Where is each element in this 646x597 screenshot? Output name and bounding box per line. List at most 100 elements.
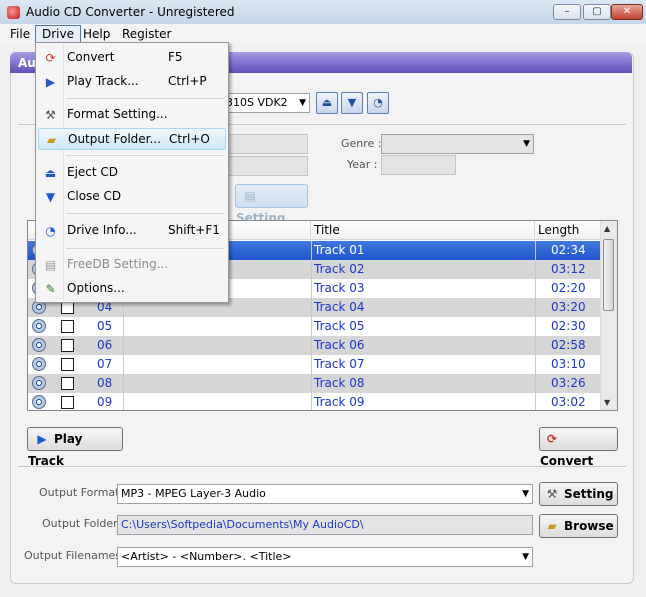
cell-divider — [311, 317, 312, 336]
menu-item-output-folder[interactable]: ▰ Output Folder... Ctrl+O — [38, 128, 226, 150]
browse-button[interactable]: ▰ Browse — [539, 514, 618, 538]
track-checkbox[interactable] — [61, 339, 74, 352]
table-row[interactable]: 06 Track 06 02:58 — [28, 336, 602, 355]
genre-label: Genre : — [341, 137, 382, 150]
menu-item-close-cd[interactable]: ▼ Close CD — [38, 186, 226, 208]
chevron-down-icon: ▼ — [522, 552, 529, 562]
track-checkbox[interactable] — [61, 396, 74, 409]
menu-register[interactable]: Register — [116, 26, 177, 42]
menu-file[interactable]: File — [4, 26, 36, 42]
close-tray-icon: ▼ — [347, 96, 357, 109]
menu-item-label: Play Track... — [67, 74, 139, 88]
track-number: 09 — [97, 395, 113, 409]
track-title: Track 02 — [314, 262, 365, 276]
menu-item-label: Format Setting... — [67, 107, 168, 121]
menu-item-label: Output Folder... — [68, 132, 161, 146]
table-row[interactable]: 07 Track 07 03:10 — [28, 355, 602, 374]
menu-item-shortcut: Ctrl+P — [168, 74, 207, 88]
artist-field[interactable] — [228, 134, 308, 154]
menu-item-shortcut: Ctrl+O — [169, 132, 210, 146]
track-checkbox[interactable] — [61, 358, 74, 371]
menu-help[interactable]: Help — [77, 26, 116, 42]
menu-separator — [66, 155, 224, 156]
menu-item-convert[interactable]: ⟳ Convert F5 — [38, 47, 226, 69]
scrollbar[interactable]: ▲ ▼ — [600, 221, 617, 410]
track-title: Track 01 — [314, 243, 365, 257]
menu-item-label: Eject CD — [67, 165, 119, 179]
freedb-setting-button[interactable]: ▤Setting — [235, 184, 308, 225]
album-field[interactable] — [228, 156, 308, 176]
output-filenames-select[interactable]: <Artist> - <Number>. <Title> ▼ — [117, 547, 533, 567]
maximize-button[interactable]: ▢ — [583, 4, 611, 20]
track-number: 08 — [97, 376, 113, 390]
track-length: 02:34 — [551, 243, 586, 257]
menu-item-options[interactable]: ✎ Options... — [38, 278, 226, 300]
chevron-down-icon: ▼ — [522, 489, 529, 499]
drive-info-icon: ◔ — [45, 224, 56, 238]
convert-icon: ⟳ — [45, 51, 56, 65]
cd-track-icon — [32, 395, 46, 409]
cell-divider — [535, 241, 536, 260]
cell-divider — [311, 241, 312, 260]
year-field[interactable] — [381, 155, 456, 175]
scroll-thumb[interactable] — [603, 239, 614, 311]
menu-drive[interactable]: Drive — [35, 25, 81, 43]
track-length: 02:58 — [551, 338, 586, 352]
cell-divider — [311, 374, 312, 393]
cell-divider — [311, 279, 312, 298]
menu-item-eject-cd[interactable]: ⏏ Eject CD — [38, 162, 226, 184]
output-folder-field[interactable]: C:\Users\Softpedia\Documents\My AudioCD\ — [117, 515, 533, 535]
cell-divider — [311, 393, 312, 410]
genre-select[interactable]: ▼ — [381, 134, 534, 154]
menu-item-label: Options... — [67, 281, 125, 295]
cell-divider — [311, 355, 312, 374]
convert-button[interactable]: ⟳Convert — [539, 427, 618, 468]
table-row[interactable]: 05 Track 05 02:30 — [28, 317, 602, 336]
drive-info-button[interactable]: ◔ — [367, 92, 389, 114]
title-bar: Audio CD Converter - Unregistered – ▢ ✕ — [0, 0, 646, 25]
track-checkbox[interactable] — [61, 377, 74, 390]
cell-divider — [535, 279, 536, 298]
table-row[interactable]: 09 Track 09 03:02 — [28, 393, 602, 410]
menu-separator — [66, 248, 224, 249]
cell-divider — [535, 260, 536, 279]
menu-item-format-setting[interactable]: ⚒ Format Setting... — [38, 104, 226, 126]
column-header-title[interactable]: Title — [311, 221, 535, 240]
track-length: 02:30 — [551, 319, 586, 333]
track-title: Track 06 — [314, 338, 365, 352]
cell-divider — [123, 336, 124, 355]
menu-item-freedb-setting[interactable]: ▤ FreeDB Setting... — [38, 254, 226, 276]
freedb-icon: ▤ — [244, 189, 256, 203]
menu-item-shortcut: Shift+F1 — [168, 223, 220, 237]
menu-item-shortcut: F5 — [168, 50, 183, 64]
format-setting-button[interactable]: ⚒ Setting — [539, 482, 618, 506]
close-cd-button[interactable]: ▼ — [341, 92, 363, 114]
drive-menu: ⟳ Convert F5 ▶ Play Track... Ctrl+P ⚒ Format Se… — [35, 42, 229, 303]
menu-separator — [66, 213, 224, 214]
cd-track-icon — [32, 376, 46, 390]
play-icon: ▶ — [37, 432, 47, 446]
track-length: 03:20 — [551, 300, 586, 314]
track-length: 02:20 — [551, 281, 586, 295]
cd-track-icon — [32, 319, 46, 333]
menu-item-play-track[interactable]: ▶ Play Track... Ctrl+P — [38, 71, 226, 93]
eject-cd-button[interactable]: ⏏ — [316, 92, 338, 114]
track-checkbox[interactable] — [61, 320, 74, 333]
folder-icon: ▰ — [547, 519, 557, 533]
track-title: Track 05 — [314, 319, 365, 333]
close-button[interactable]: ✕ — [611, 4, 643, 20]
scroll-down-icon[interactable]: ▼ — [604, 398, 610, 407]
column-header-length[interactable]: Length — [535, 221, 601, 240]
track-title: Track 03 — [314, 281, 365, 295]
output-format-select[interactable]: MP3 - MPEG Layer-3 Audio ▼ — [117, 484, 533, 504]
menu-item-drive-info[interactable]: ◔ Drive Info... Shift+F1 — [38, 220, 226, 242]
app-icon — [7, 6, 20, 19]
drive-select[interactable]: 310S VDK2 ▼ — [222, 93, 310, 113]
scroll-up-icon[interactable]: ▲ — [604, 224, 610, 233]
table-row[interactable]: 08 Track 08 03:26 — [28, 374, 602, 393]
track-length: 03:10 — [551, 357, 586, 371]
minimize-button[interactable]: – — [553, 4, 581, 20]
cell-divider — [123, 355, 124, 374]
play-track-button[interactable]: ▶ Play Track — [27, 427, 123, 468]
track-number: 07 — [97, 357, 113, 371]
